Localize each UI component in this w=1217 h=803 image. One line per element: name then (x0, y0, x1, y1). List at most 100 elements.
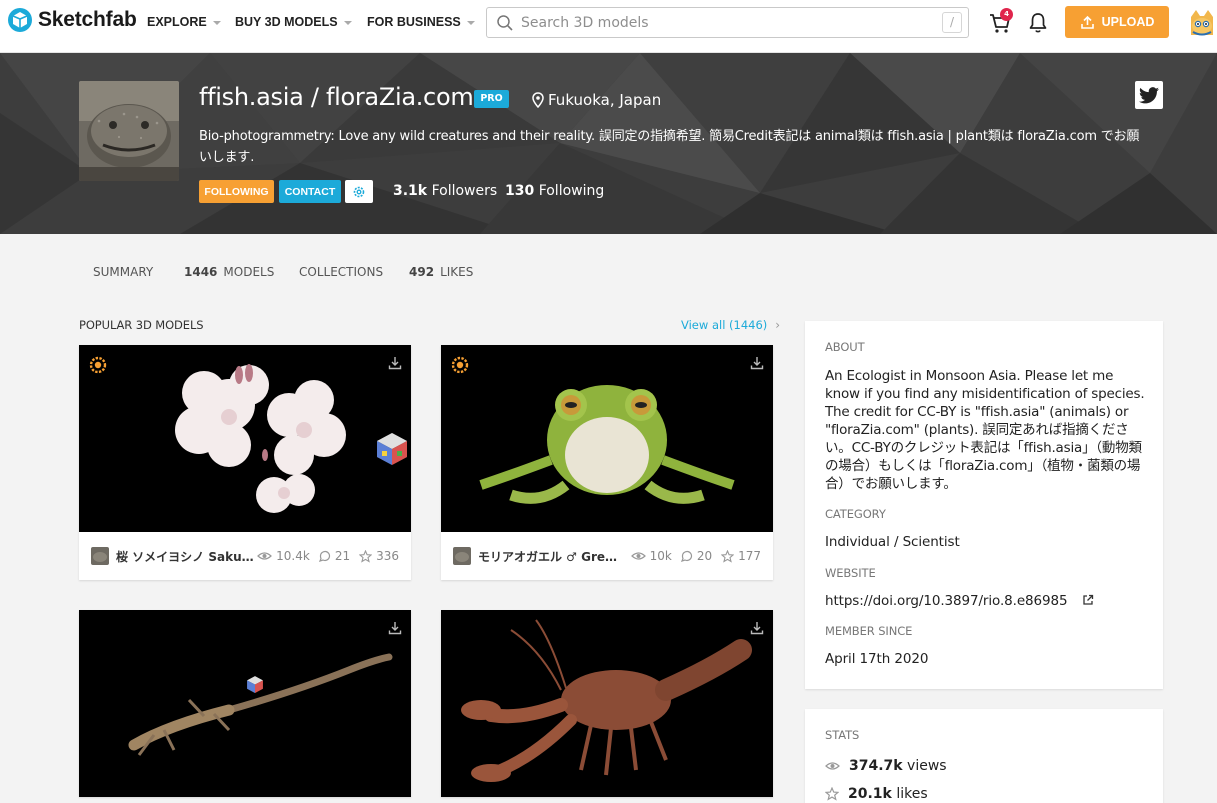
model-counts: 10.4k 21 336 (257, 532, 399, 580)
model-thumbnail[interactable] (441, 345, 773, 532)
upload-icon (1080, 15, 1094, 29)
stats-label: STATS (825, 728, 860, 742)
like-count-value: 177 (738, 549, 761, 563)
profile-settings-button[interactable] (345, 180, 373, 203)
author-avatar[interactable] (453, 547, 471, 565)
like-count-value: 336 (376, 549, 399, 563)
chevron-down-icon (466, 21, 475, 25)
category-label: CATEGORY (825, 507, 886, 521)
upload-button[interactable]: UPLOAD (1065, 6, 1169, 38)
ar-cube-icon (377, 433, 407, 465)
sketchfab-logo[interactable]: Sketchfab (8, 8, 137, 32)
tab-likes-count: 492 (409, 265, 435, 279)
contact-button[interactable]: CONTACT (279, 180, 341, 203)
ar-cube-icon (247, 676, 263, 693)
upload-label: UPLOAD (1101, 15, 1155, 29)
model-card[interactable]: モリアオガエル ♂ Green ... 10k 20 177 (441, 345, 773, 580)
following-number: 130 (505, 183, 535, 199)
profile-display-name: ffish.asia / floraZia.com (199, 83, 474, 111)
member-since-label: MEMBER SINCE (825, 624, 913, 638)
model-card[interactable]: 桜 ソメイヨシノ Sakura ... 10.4k 21 336 (79, 345, 411, 580)
bell-icon[interactable] (1028, 12, 1048, 34)
nav-explore[interactable]: EXPLORE (147, 15, 221, 29)
crayfish-image (441, 610, 773, 797)
about-panel: ABOUT An Ecologist in Monsoon Asia. Plea… (805, 321, 1163, 689)
nav-buy-label: BUY 3D MODELS (235, 15, 338, 29)
comment-icon (318, 550, 330, 562)
model-thumbnail[interactable] (441, 610, 773, 797)
search-input[interactable] (521, 14, 921, 31)
like-count[interactable]: 177 (721, 549, 761, 563)
model-card-meta: 桜 ソメイヨシノ Sakura ... 10.4k 21 336 (79, 532, 411, 580)
frog-image (441, 345, 773, 532)
eye-icon (630, 552, 646, 560)
nav-buy-3d-models[interactable]: BUY 3D MODELS (235, 15, 352, 29)
chevron-down-icon (212, 21, 221, 25)
view-all-label: View all (1446) (681, 318, 768, 332)
twitter-icon (1139, 86, 1159, 103)
eye-icon (825, 762, 840, 770)
profile-bio: Bio-photogrammetry: Love any wild creatu… (199, 129, 1140, 165)
tab-models[interactable]: 1446 MODELS (184, 265, 274, 279)
sketchfab-logo-icon (8, 8, 32, 32)
followers-label: Followers (431, 183, 498, 199)
location-text: Fukuoka, Japan (548, 91, 662, 109)
model-title[interactable]: 桜 ソメイヨシノ Sakura ... (116, 548, 256, 565)
model-thumbnail[interactable] (79, 345, 411, 532)
eye-icon (257, 552, 273, 560)
download-icon[interactable] (750, 356, 764, 370)
search-icon (497, 14, 513, 31)
model-counts: 10k 20 177 (630, 532, 761, 580)
tab-summary-label: SUMMARY (93, 265, 154, 279)
user-avatar[interactable] (1187, 7, 1217, 39)
star-icon (825, 787, 839, 801)
following-count[interactable]: 130 Following (505, 183, 604, 199)
tab-summary[interactable]: SUMMARY (93, 265, 153, 279)
website-link[interactable]: https://doi.org/10.3897/rio.8.e86985 (825, 593, 1094, 609)
nav-for-business[interactable]: FOR BUSINESS (367, 15, 475, 29)
model-thumbnail[interactable] (79, 610, 411, 797)
profile-location: Fukuoka, Japan (532, 91, 661, 109)
comment-count-value: 20 (696, 549, 713, 563)
nav-business-label: FOR BUSINESS (367, 15, 461, 29)
download-icon[interactable] (750, 621, 764, 635)
profile-header: ffish.asia / floraZia.com PRO Fukuoka, J… (0, 53, 1217, 234)
twitter-link[interactable] (1135, 81, 1163, 109)
download-icon[interactable] (388, 621, 402, 635)
model-title[interactable]: モリアオガエル ♂ Green ... (478, 548, 618, 565)
location-pin-icon (532, 92, 544, 108)
tab-likes-label: LIKES (440, 265, 474, 279)
model-card-meta: モリアオガエル ♂ Green ... 10k 20 177 (441, 532, 773, 580)
gear-icon (353, 186, 365, 197)
like-count[interactable]: 336 (359, 549, 399, 563)
comment-count: 20 (680, 549, 713, 563)
external-link-icon (1083, 594, 1093, 605)
top-navbar: Sketchfab EXPLORE BUY 3D MODELS FOR BUSI… (0, 0, 1217, 53)
download-icon[interactable] (388, 356, 402, 370)
website-url: https://doi.org/10.3897/rio.8.e86985 (825, 593, 1068, 609)
followers-count[interactable]: 3.1k Followers (393, 183, 497, 199)
stats-views-count: 374.7k (849, 758, 903, 774)
profile-avatar[interactable] (79, 81, 179, 181)
stats-panel: STATS 374.7k views 20.1k likes (805, 709, 1163, 803)
search-shortcut-key: / (942, 12, 962, 33)
view-count: 10.4k (257, 549, 310, 563)
pro-badge: PRO (474, 90, 509, 108)
lizard-image (79, 610, 411, 797)
following-label: Following (538, 183, 605, 199)
nav-explore-label: EXPLORE (147, 15, 207, 29)
view-count: 10k (630, 549, 672, 563)
following-button[interactable]: FOLLOWING (199, 180, 274, 203)
model-card[interactable] (79, 610, 411, 797)
chevron-down-icon (343, 21, 352, 25)
stats-views: 374.7k views (825, 758, 947, 774)
author-avatar[interactable] (91, 547, 109, 565)
tab-likes[interactable]: 492 LIKES (409, 265, 473, 279)
category-value: Individual / Scientist (825, 534, 960, 550)
tab-models-count: 1446 (184, 265, 218, 279)
staff-pick-icon (89, 356, 107, 374)
tab-collections[interactable]: COLLECTIONS (299, 265, 383, 279)
stats-views-label: views (907, 758, 947, 774)
view-all-link[interactable]: View all (1446) › (681, 318, 780, 332)
model-card[interactable] (441, 610, 773, 797)
